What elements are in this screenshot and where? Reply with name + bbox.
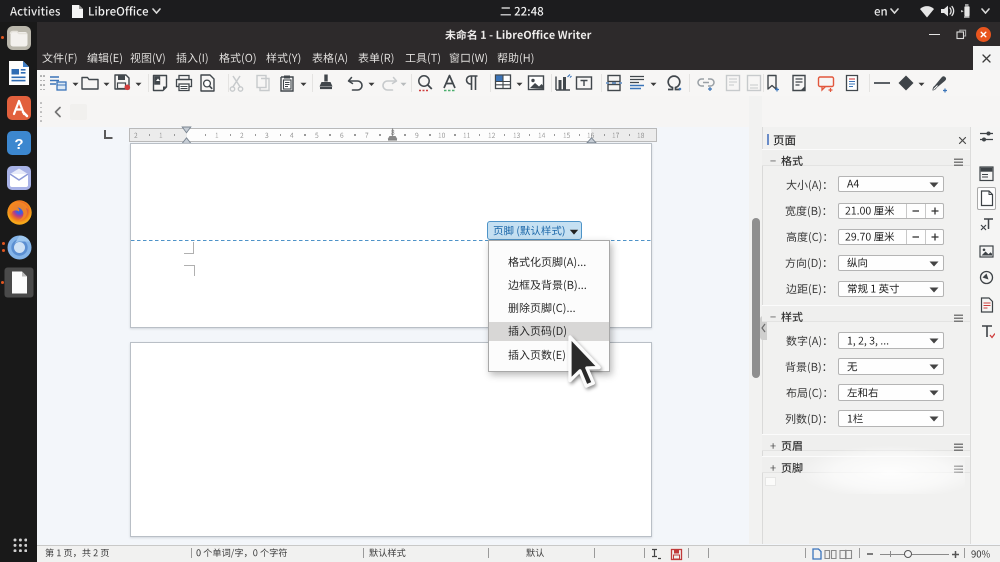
svg-text:?: ? bbox=[14, 136, 23, 153]
